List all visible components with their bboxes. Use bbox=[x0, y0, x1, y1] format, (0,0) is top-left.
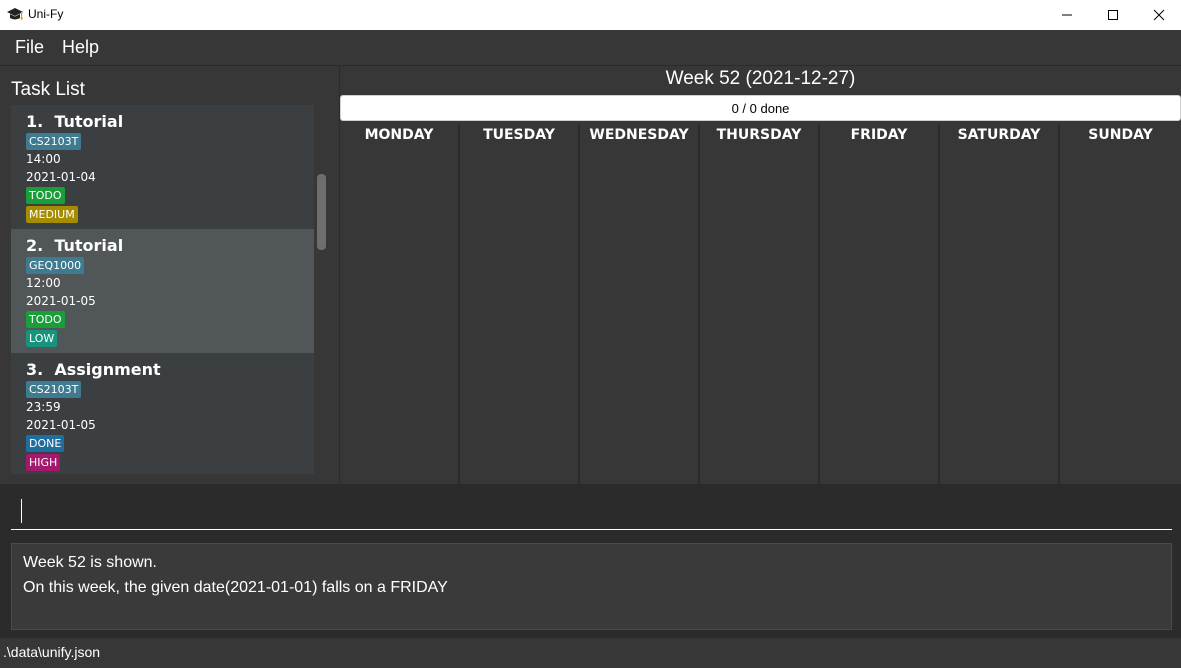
progress-text: 0 / 0 done bbox=[731, 101, 790, 116]
task-card[interactable]: 2. Tutorial GEQ1000 12:00 2021-01-05 TOD… bbox=[11, 229, 314, 353]
menu-file[interactable]: File bbox=[15, 37, 44, 58]
result-line: Week 52 is shown. bbox=[23, 554, 157, 571]
command-box bbox=[0, 486, 1181, 536]
task-card[interactable]: 3. Assignment CS2103T 23:59 2021-01-05 D… bbox=[11, 353, 314, 474]
task-list[interactable]: 1. Tutorial CS2103T 14:00 2021-01-04 TOD… bbox=[11, 105, 314, 474]
priority-tag: HIGH bbox=[26, 454, 61, 471]
task-date: 2021-01-04 bbox=[26, 170, 96, 184]
task-list-title: Task List bbox=[11, 79, 85, 100]
day-label: WEDNESDAY bbox=[589, 127, 689, 143]
day-column-monday: MONDAY bbox=[340, 124, 460, 484]
task-list-scrollbar[interactable] bbox=[317, 174, 326, 250]
status-tag: TODO bbox=[26, 311, 65, 328]
priority-tag: MEDIUM bbox=[26, 206, 78, 223]
day-label: FRIDAY bbox=[850, 127, 908, 143]
save-file-path: .\data\unify.json bbox=[3, 644, 101, 660]
day-column-thursday: THURSDAY bbox=[700, 124, 820, 484]
day-column-tuesday: TUESDAY bbox=[460, 124, 580, 484]
menu-help[interactable]: Help bbox=[62, 37, 99, 58]
graduation-cap-icon bbox=[7, 8, 23, 20]
task-name: 3. Assignment bbox=[26, 360, 161, 379]
module-tag: CS2103T bbox=[26, 133, 82, 150]
day-column-sunday: SUNDAY bbox=[1060, 124, 1181, 484]
task-date: 2021-01-05 bbox=[26, 418, 96, 432]
module-tag: GEQ1000 bbox=[26, 257, 85, 274]
day-label: SUNDAY bbox=[1088, 127, 1153, 143]
day-column-wednesday: WEDNESDAY bbox=[580, 124, 700, 484]
task-date: 2021-01-05 bbox=[26, 294, 96, 308]
task-name: 1. Tutorial bbox=[26, 112, 124, 131]
close-icon bbox=[1153, 9, 1165, 21]
day-label: MONDAY bbox=[364, 127, 434, 143]
module-tag: CS2103T bbox=[26, 381, 82, 398]
maximize-button[interactable] bbox=[1090, 0, 1136, 30]
task-list-panel: Task List 1. Tutorial CS2103T 14:00 2021… bbox=[0, 66, 339, 484]
minimize-button[interactable] bbox=[1044, 0, 1090, 30]
day-label: SATURDAY bbox=[957, 127, 1041, 143]
day-label: TUESDAY bbox=[483, 127, 555, 143]
task-card[interactable]: 1. Tutorial CS2103T 14:00 2021-01-04 TOD… bbox=[11, 105, 314, 229]
title-bar: Uni-Fy bbox=[0, 0, 1181, 30]
result-display: Week 52 is shown. On this week, the give… bbox=[11, 543, 1172, 630]
weekly-calendar: Week 52 (2021-12-27) 0 / 0 done MONDAY T… bbox=[340, 66, 1181, 484]
status-bar: .\data\unify.json bbox=[0, 638, 1181, 668]
status-tag: DONE bbox=[26, 435, 65, 452]
menu-bar: File Help bbox=[0, 30, 1181, 65]
week-title: Week 52 (2021-12-27) bbox=[665, 68, 856, 89]
week-progress-bar: 0 / 0 done bbox=[340, 95, 1181, 121]
task-time: 23:59 bbox=[26, 400, 61, 414]
minimize-icon bbox=[1062, 14, 1072, 16]
task-time: 12:00 bbox=[26, 276, 61, 290]
maximize-icon bbox=[1108, 10, 1118, 20]
task-name: 2. Tutorial bbox=[26, 236, 124, 255]
day-column-saturday: SATURDAY bbox=[940, 124, 1060, 484]
day-label: THURSDAY bbox=[716, 127, 802, 143]
command-input[interactable] bbox=[11, 496, 1172, 530]
day-column-friday: FRIDAY bbox=[820, 124, 940, 484]
task-time: 14:00 bbox=[26, 152, 61, 166]
close-button[interactable] bbox=[1136, 0, 1181, 30]
result-line: On this week, the given date(2021-01-01)… bbox=[23, 579, 448, 596]
text-caret bbox=[21, 499, 22, 523]
window-title: Uni-Fy bbox=[28, 7, 64, 21]
priority-tag: LOW bbox=[26, 330, 58, 347]
status-tag: TODO bbox=[26, 187, 65, 204]
